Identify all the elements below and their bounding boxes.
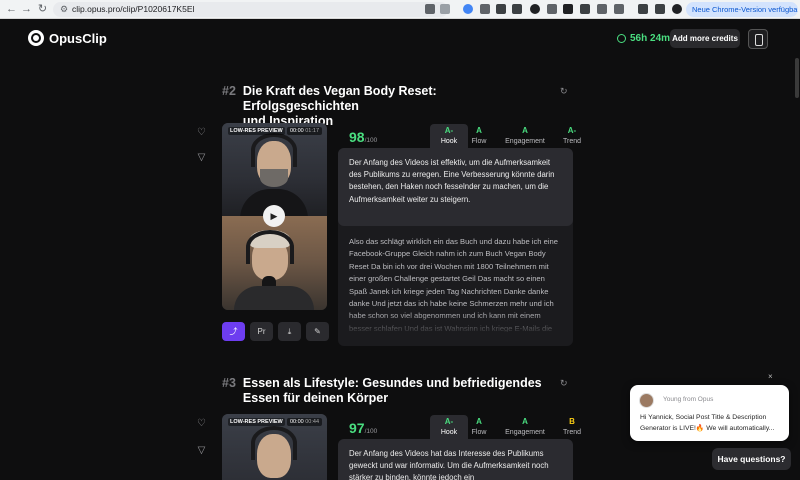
tab-engagement[interactable]: A Engagement bbox=[502, 124, 548, 148]
opusclip-logo[interactable]: OpusClip bbox=[28, 30, 107, 46]
refresh-icon[interactable]: ↻ bbox=[560, 86, 568, 97]
premiere-icon: Pr bbox=[257, 327, 266, 336]
translate-icon[interactable] bbox=[425, 4, 435, 14]
tab-hook[interactable]: A- Hook bbox=[430, 124, 468, 148]
grade-tabs: A- Hook A Flow A Engagement A- Trend bbox=[430, 124, 586, 148]
tab-trend[interactable]: A- Trend bbox=[558, 124, 586, 148]
clip-number: #3 bbox=[222, 376, 236, 390]
chat-sender: Young from Opus bbox=[663, 396, 714, 403]
time-remaining: 56h 24m bbox=[617, 33, 670, 44]
video-preview[interactable]: LOW-RES PREVIEW 00:00 00:44 bbox=[222, 414, 327, 480]
tab-engagement[interactable]: A Engagement bbox=[502, 415, 548, 439]
extensions-puzzle-icon[interactable] bbox=[614, 4, 624, 14]
extension-icon[interactable] bbox=[512, 4, 522, 14]
heart-icon[interactable]: ♡ bbox=[196, 127, 207, 138]
tab-hook[interactable]: A- Hook bbox=[430, 415, 468, 439]
edit-button[interactable]: ✎ bbox=[306, 322, 329, 341]
edit-icon: ✎ bbox=[314, 327, 321, 336]
thumbs-down-icon[interactable]: ▽ bbox=[196, 152, 207, 163]
share-icon: ⤴ bbox=[229, 327, 238, 336]
thumbs-down-icon[interactable]: ▽ bbox=[196, 445, 207, 456]
virality-score: 98/100 bbox=[349, 129, 378, 145]
brand-name: OpusClip bbox=[49, 30, 107, 46]
virality-score: 97/100 bbox=[349, 420, 378, 436]
chat-message: Hi Yannick, Social Post Title & Descript… bbox=[640, 414, 775, 432]
extension-icon[interactable] bbox=[530, 4, 540, 14]
add-credits-button[interactable]: Add more credits bbox=[670, 29, 740, 48]
tab-trend[interactable]: B Trend bbox=[558, 415, 586, 439]
pen-icon[interactable] bbox=[597, 4, 607, 14]
download-button[interactable]: ⤓ bbox=[278, 322, 301, 341]
download-icon: ⤓ bbox=[287, 327, 292, 336]
heart-icon[interactable]: ♡ bbox=[196, 418, 207, 429]
address-bar[interactable]: ⚙ clip.opus.pro/clip/P1020617K5El bbox=[53, 2, 448, 17]
sidebar-icon[interactable] bbox=[655, 4, 665, 14]
extension-icon[interactable] bbox=[547, 4, 557, 14]
clip-title-line: Essen als Lifestyle: Gesundes und befrie… bbox=[242, 376, 542, 390]
premiere-export-button[interactable]: Pr bbox=[250, 322, 273, 341]
video-preview[interactable]: LOW-RES PREVIEW 00:00 01:17 ▶ bbox=[222, 123, 327, 310]
clock-icon bbox=[617, 34, 626, 43]
low-res-badge: LOW-RES PREVIEW bbox=[228, 418, 285, 426]
star-icon[interactable] bbox=[440, 4, 450, 14]
extension-icon[interactable] bbox=[563, 4, 573, 14]
download-icon[interactable] bbox=[638, 4, 648, 14]
extension-icon[interactable] bbox=[496, 4, 506, 14]
video-duration: 00:00 01:17 bbox=[286, 127, 322, 135]
video-duration: 00:00 00:44 bbox=[286, 418, 322, 426]
logo-icon bbox=[28, 30, 44, 46]
play-button[interactable]: ▶ bbox=[263, 205, 285, 227]
share-button[interactable]: ⤴ bbox=[222, 322, 245, 341]
tab-flow[interactable]: A Flow bbox=[468, 124, 490, 148]
grade-tabs: A- Hook A Flow A Engagement B Trend bbox=[430, 415, 586, 439]
profile-avatar[interactable] bbox=[672, 4, 682, 14]
scrollbar[interactable] bbox=[795, 58, 799, 98]
site-info-icon[interactable]: ⚙ bbox=[60, 4, 68, 15]
tab-flow[interactable]: A Flow bbox=[468, 415, 490, 439]
time-remaining-text: 56h 24m bbox=[630, 33, 671, 44]
browser-toolbar: ← → ↻ ⚙ clip.opus.pro/clip/P1020617K5El … bbox=[0, 0, 800, 19]
agent-avatar bbox=[639, 393, 654, 408]
clip-title: #3 Essen als Lifestyle: Gesundes und bef… bbox=[222, 376, 552, 406]
extension-icon[interactable] bbox=[580, 4, 590, 14]
clip-actions: ⤴ Pr ⤓ ✎ bbox=[222, 322, 329, 341]
video-frame-top bbox=[222, 123, 327, 219]
forward-icon[interactable]: → bbox=[20, 3, 33, 16]
chat-message-popup[interactable]: Young from Opus Hi Yannick, Social Post … bbox=[630, 385, 789, 441]
extension-icon[interactable] bbox=[480, 4, 490, 14]
url-text: clip.opus.pro/clip/P1020617K5El bbox=[72, 4, 195, 14]
refresh-icon[interactable]: ↻ bbox=[560, 378, 568, 389]
chrome-update-button[interactable]: Neue Chrome-Version verfügbar bbox=[686, 2, 798, 17]
close-icon[interactable]: × bbox=[768, 372, 773, 381]
back-icon[interactable]: ← bbox=[5, 3, 18, 16]
clip-title-line: Essen für deinen Körper bbox=[242, 391, 389, 405]
extension-icon[interactable] bbox=[463, 4, 473, 14]
account-menu-button[interactable] bbox=[748, 29, 768, 49]
low-res-badge: LOW-RES PREVIEW bbox=[228, 127, 285, 135]
reload-icon[interactable]: ↻ bbox=[36, 3, 49, 16]
clip-title-line: Die Kraft des Vegan Body Reset: Erfolgsg… bbox=[242, 84, 437, 113]
hook-summary: Der Anfang des Videos ist effektiv, um d… bbox=[338, 148, 573, 226]
have-questions-button[interactable]: Have questions? bbox=[712, 448, 791, 470]
transcript-fade bbox=[338, 312, 573, 336]
hook-summary: Der Anfang des Videos hat das Interesse … bbox=[338, 439, 573, 480]
video-frame-bottom bbox=[222, 216, 327, 310]
